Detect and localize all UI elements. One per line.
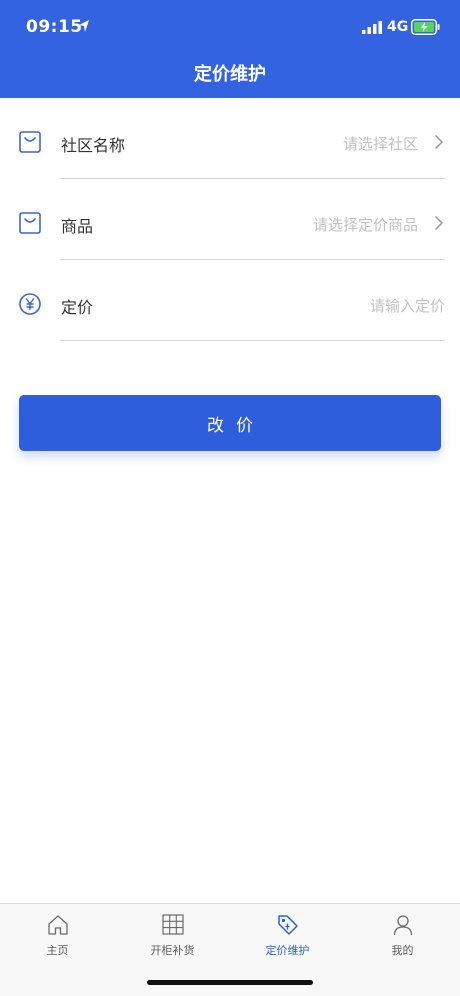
price-input[interactable]: 请输入定价 xyxy=(370,295,445,316)
tab-home-label: 主页 xyxy=(46,944,69,957)
shopping-bag-icon xyxy=(19,212,41,234)
change-price-button[interactable]: 改价 xyxy=(19,395,441,451)
divider xyxy=(60,340,445,341)
price-form: 社区名称 请选择社区 商品 请选择定价商品 定价 请输入定价 xyxy=(0,98,460,341)
chevron-right-icon xyxy=(434,134,444,150)
yuan-icon xyxy=(19,293,41,315)
status-time: 09:15 xyxy=(26,17,83,37)
home-icon xyxy=(48,915,68,935)
product-label: 商品 xyxy=(61,217,94,236)
shopping-bag-icon xyxy=(19,131,41,153)
community-placeholder: 请选择社区 xyxy=(342,135,418,153)
community-row[interactable]: 社区名称 请选择社区 xyxy=(0,98,460,179)
user-icon xyxy=(393,915,413,936)
battery-charging-icon xyxy=(411,19,440,35)
price-row[interactable]: 定价 请输入定价 xyxy=(0,260,460,341)
header: 09:15 4G 定价维护 xyxy=(0,0,460,98)
tab-restock-label: 开柜补货 xyxy=(150,944,195,957)
community-label: 社区名称 xyxy=(61,136,126,155)
chevron-right-icon xyxy=(434,215,444,231)
home-indicator xyxy=(147,980,313,985)
product-row[interactable]: 商品 请选择定价商品 xyxy=(0,179,460,260)
tab-profile-label: 我的 xyxy=(391,944,414,957)
price-tag-icon xyxy=(278,915,298,935)
tab-restock[interactable]: 开柜补货 xyxy=(115,904,230,974)
status-bar: 09:15 4G xyxy=(0,0,460,54)
page-title: 定价维护 xyxy=(194,64,266,85)
signal-icon xyxy=(362,21,382,34)
network-label: 4G xyxy=(387,19,409,35)
location-arrow-icon xyxy=(79,20,89,32)
tab-pricing-label: 定价维护 xyxy=(265,944,310,957)
tab-home[interactable]: 主页 xyxy=(0,904,115,974)
product-placeholder: 请选择定价商品 xyxy=(312,216,418,234)
price-label: 定价 xyxy=(61,298,94,317)
tab-profile[interactable]: 我的 xyxy=(345,904,460,974)
tab-pricing[interactable]: 定价维护 xyxy=(230,904,345,974)
cabinet-icon xyxy=(162,914,184,935)
